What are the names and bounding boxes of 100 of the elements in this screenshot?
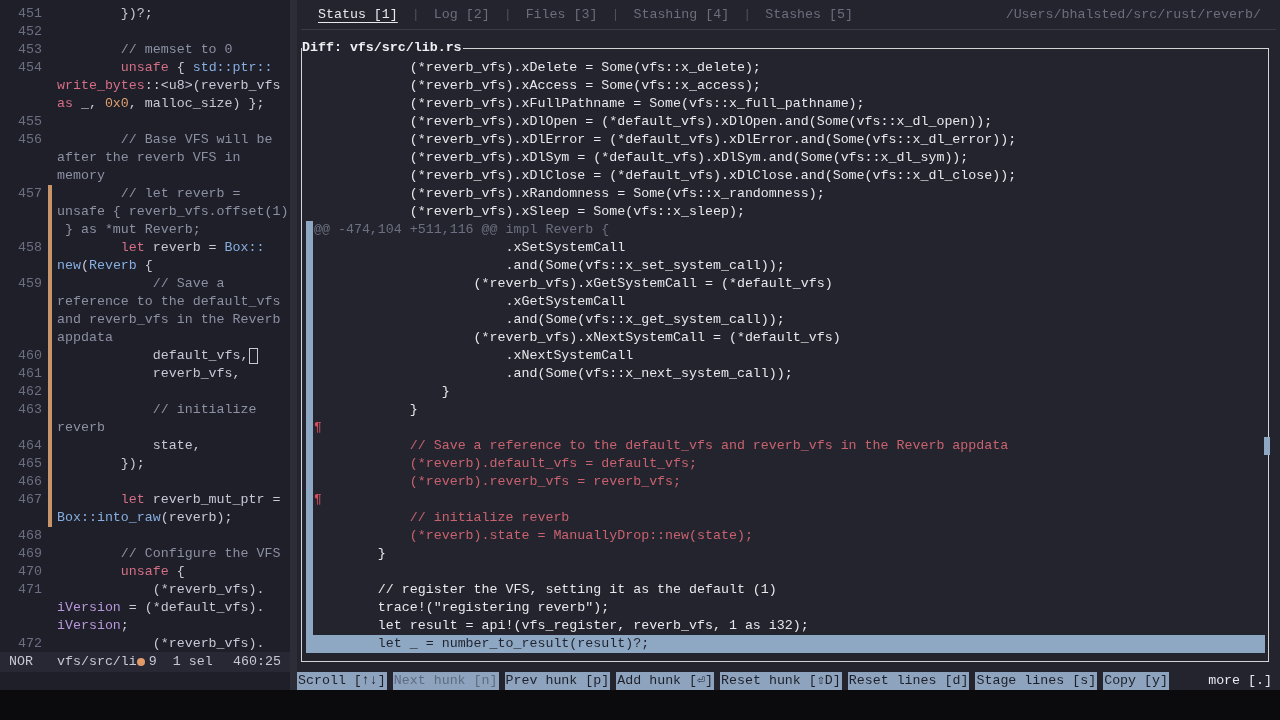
hunk-header: @@ -474,104 +511,116 @@ impl Reverb { [314, 221, 610, 239]
code-line: // Configure the VFS [119, 545, 281, 563]
diff-line: .xNextSystemCall [504, 347, 634, 365]
code-line: new(Reverb { [57, 257, 153, 275]
diff-line: } [408, 401, 418, 419]
code-line: // memset to 0 [119, 41, 233, 59]
diff-line: trace!("registering reverb"); [376, 599, 610, 617]
code-line: unsafe { [119, 563, 185, 581]
diff-line: } [440, 383, 450, 401]
line-number: 458 [18, 239, 42, 257]
code-line: // initialize [151, 401, 257, 419]
diff-line: (*reverb_vfs).xDlSym = (*default_vfs).xDlSym.and(Some(vfs::x_dl_sym)); [408, 149, 969, 167]
diff-line: .xGetSystemCall [504, 293, 626, 311]
tab-separator: | [411, 5, 420, 24]
code-line: }); [119, 455, 145, 473]
command-button[interactable]: Add hunk [⏎] [616, 672, 715, 690]
code-line: unsafe { reverb_vfs.offset(1) [57, 203, 289, 221]
code-line: default_vfs, [151, 347, 249, 365]
line-number: 456 [18, 131, 42, 149]
code-line: iVersion; [57, 617, 129, 635]
code-line: state, [151, 437, 201, 455]
line-number: 453 [18, 41, 42, 59]
diff-line: (*reverb_vfs).xDlError = (*default_vfs).xDlError.and(Some(vfs::x_dl_error)); [408, 131, 1017, 149]
diff-line: (*reverb_vfs).xGetSystemCall = (*default_vfs) [472, 275, 833, 293]
diff-line: ¶ [314, 419, 322, 437]
diff-line: ¶ [314, 491, 322, 509]
diff-line: (*reverb_vfs).xAccess = Some(vfs::x_access); [408, 77, 761, 95]
diff-line: (*reverb_vfs).xDlClose = (*default_vfs).xDlClose.and(Some(vfs::x_dl_close)); [408, 167, 1017, 185]
code-line: let reverb = Box:: [119, 239, 265, 257]
diff-line: let _ = number_to_result(result)?; [376, 635, 650, 653]
line-number: 470 [18, 563, 42, 581]
line-number: 455 [18, 113, 42, 131]
diff-line: (*reverb_vfs).xRandomness = Some(vfs::x_randomness); [408, 185, 825, 203]
diff-line: .and(Some(vfs::x_get_system_call)); [504, 311, 785, 329]
line-number: 467 [18, 491, 42, 509]
line-number: 452 [18, 23, 42, 41]
line-number: 457 [18, 185, 42, 203]
tab-separator: | [611, 5, 620, 24]
line-number: 463 [18, 401, 42, 419]
diff-line: (*reverb).default_vfs = default_vfs; [408, 455, 697, 473]
code-line: after the reverb VFS in [57, 149, 241, 167]
code-line: } as *mut Reverb; [63, 221, 201, 239]
diff-line: // initialize reverb [408, 509, 570, 527]
code-line: reverb_vfs, [151, 365, 241, 383]
diff-line: (*reverb).reverb_vfs = reverb_vfs; [408, 473, 682, 491]
selection-count: 1 sel [172, 653, 213, 671]
line-number: 465 [18, 455, 42, 473]
diff-line: (*reverb_vfs).xDlOpen = (*default_vfs).xDlOpen.and(Some(vfs::x_dl_open)); [408, 113, 993, 131]
diff-line: .and(Some(vfs::x_next_system_call)); [504, 365, 793, 383]
diff-line: // register the VFS, setting it as the default (1) [376, 581, 777, 599]
diff-line: let result = api!(vfs_register, reverb_vfs, 1 as i32); [376, 617, 809, 635]
line-number: 460 [18, 347, 42, 365]
mode-indicator: NOR [9, 653, 34, 671]
code-line: as _, 0x0, malloc_size) }; [57, 95, 265, 113]
line-number: 461 [18, 365, 42, 383]
scrollbar-thumb[interactable] [1264, 437, 1270, 455]
code-line: // Base VFS will be [119, 131, 273, 149]
code-line: reference to the default_vfs [57, 293, 281, 311]
command-button[interactable]: Prev hunk [p] [504, 672, 611, 690]
tab-separator: | [743, 5, 752, 24]
diff-line: (*reverb_vfs).xFullPathname = Some(vfs::x_full_pathname); [408, 95, 865, 113]
cursor-position: 460:25 [233, 653, 281, 671]
diff-line: (*reverb_vfs).xDelete = Some(vfs::x_delete); [408, 59, 761, 77]
diff-line: } [376, 545, 386, 563]
diff-line: // Save a reference to the default_vfs and reverb_vfs in the Reverb appdata [408, 437, 1009, 455]
command-button[interactable]: Reset hunk [⇧D] [720, 672, 842, 690]
line-number: 464 [18, 437, 42, 455]
tab-separator: | [503, 5, 512, 24]
code-line: (*reverb_vfs). [151, 635, 265, 652]
command-button[interactable]: Stage lines [s] [975, 672, 1098, 690]
diff-line: .xSetSystemCall [504, 239, 626, 257]
command-button[interactable]: Reset lines [d] [847, 672, 970, 690]
code-line: and reverb_vfs in the Reverb [57, 311, 281, 329]
file-name: vfs/src/li [57, 653, 137, 671]
code-line: unsafe { std::ptr:: [119, 59, 273, 77]
diff-line: (*reverb_vfs).xNextSystemCall = (*default_vfs) [472, 329, 841, 347]
command-button[interactable]: Copy [y] [1103, 672, 1169, 690]
line-number: 451 [18, 5, 42, 23]
line-number: 468 [18, 527, 42, 545]
code-line: iVersion = (*default_vfs). [57, 599, 265, 617]
tab[interactable]: Status [1] [318, 5, 398, 24]
diagnostic-count: 9 [148, 653, 157, 671]
command-button[interactable]: Scroll [↑↓] [297, 672, 387, 690]
code-line: // Save a [151, 275, 225, 293]
repo-path: /Users/bhalsted/src/rust/reverb/ [1005, 5, 1261, 24]
code-line: })?; [119, 5, 153, 23]
line-number: 472 [18, 635, 42, 652]
line-number: 454 [18, 59, 42, 77]
code-line: (*reverb_vfs). [151, 581, 265, 599]
line-number: 469 [18, 545, 42, 563]
diff-line: (*reverb_vfs).xSleep = Some(vfs::x_sleep); [408, 203, 745, 221]
more-hint[interactable]: more [.] [1208, 672, 1272, 690]
code-line: Box::into_raw(reverb); [57, 509, 233, 527]
line-number: 459 [18, 275, 42, 293]
code-line: // let reverb = [119, 185, 241, 203]
diff-line: .and(Some(vfs::x_set_system_call)); [504, 257, 785, 275]
code-line: let reverb_mut_ptr = [119, 491, 281, 509]
line-number: 471 [18, 581, 42, 599]
line-number: 466 [18, 473, 42, 491]
code-line: appdata [57, 329, 113, 347]
